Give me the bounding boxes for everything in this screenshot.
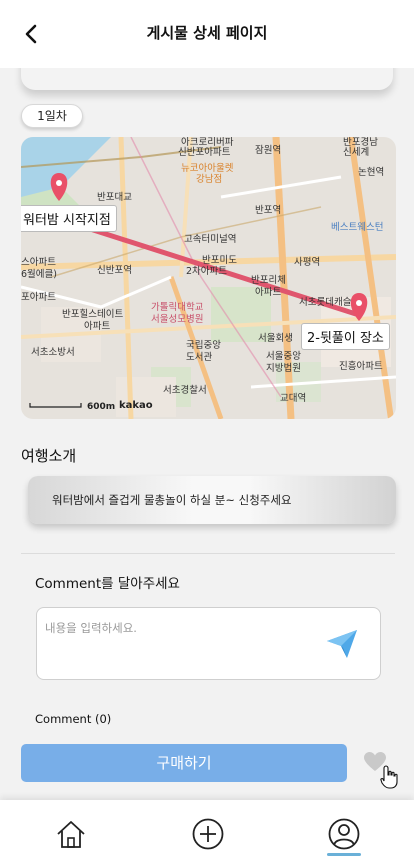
map-label: 잠원역 (255, 145, 282, 156)
map-label: 반포역 (255, 205, 282, 216)
section-divider (21, 553, 395, 554)
map-label: 아파트 (255, 287, 282, 298)
map-label: 서초경찰서 (163, 385, 207, 396)
intro-text: 워터밤에서 즐겁게 물총놀이 하실 분~ 신청주세요 (52, 493, 292, 507)
map-label: 반포힐스테이트 (62, 309, 124, 320)
map-label: 뉴코아아울렛 (181, 163, 234, 174)
map-label: 신세계 (343, 147, 370, 158)
map-label: 고속터미널역 (184, 234, 237, 245)
end-marker-label[interactable]: 2-뒷풀이 장소 (301, 323, 390, 350)
user-profile-icon[interactable] (328, 818, 360, 850)
map-label: 지방법원 (266, 363, 301, 374)
comment-placeholder: 내용을 입력하세요. (45, 621, 137, 635)
plus-circle-icon[interactable] (192, 818, 224, 850)
comment-input[interactable]: 내용을 입력하세요. (36, 607, 381, 680)
map-label: 가톨릭대학교 (151, 302, 204, 313)
bottom-nav (0, 800, 414, 864)
map-label: 서초소방서 (31, 347, 75, 358)
map-label: 도서관 (186, 352, 213, 363)
map-label: 서울중앙 (266, 351, 301, 362)
buy-button[interactable]: 구매하기 (21, 744, 347, 782)
map-provider-logo: kakao (119, 400, 153, 411)
app-header: 게시물 상세 페이지 (0, 0, 414, 68)
hand-cursor-icon (380, 765, 398, 789)
map-label: 서울성모병원 (151, 314, 204, 325)
map-label: 반포리체 (251, 275, 286, 286)
active-tab-indicator (327, 853, 361, 856)
comment-count: Comment (0) (35, 712, 112, 726)
intro-box: 워터밤에서 즐겁게 물총놀이 하실 분~ 신청주세요 (28, 476, 396, 524)
intro-title: 여행소개 (21, 447, 77, 465)
map-label: 진흥아파트 (339, 361, 383, 372)
map-label: 포아파트 (21, 292, 56, 303)
map-label: 반포대교 (97, 192, 132, 203)
map-label: 베스트웨스턴 (331, 222, 384, 233)
map-label: 2차아파트 (186, 266, 228, 277)
map-label: 서초롯데캐슬 (299, 297, 352, 308)
start-marker-label[interactable]: 워터밤 시작지점 (21, 205, 117, 232)
home-icon[interactable] (56, 819, 86, 849)
map-label: 아파트 (84, 321, 111, 332)
map-label: 스아파트 (21, 257, 56, 268)
page-title: 게시물 상세 페이지 (146, 24, 268, 42)
map-label: 논현역 (358, 167, 385, 178)
map-label: 서울회생 (258, 333, 293, 344)
send-paper-plane-icon[interactable] (325, 626, 359, 660)
map-label: 강남점 (196, 174, 223, 185)
route-map[interactable]: 아크로리버파 신반포아파트 잠원역 뉴코아아울렛 강남점 반포대교 반포역 고속… (21, 137, 396, 419)
map-label: 6월에클) (21, 269, 57, 280)
map-label: 교대역 (280, 393, 307, 404)
map-label: 반포미도 (202, 255, 237, 266)
comment-heading: Comment를 달아주세요 (35, 576, 180, 592)
map-label: 신반포역 (97, 265, 132, 276)
map-label: 사평역 (294, 257, 321, 268)
map-label: 신반포아파트 (178, 147, 231, 158)
scale-label: 600m (87, 402, 116, 412)
day-badge[interactable]: 1일차 (21, 104, 83, 128)
map-label: 국립중앙 (186, 340, 221, 351)
